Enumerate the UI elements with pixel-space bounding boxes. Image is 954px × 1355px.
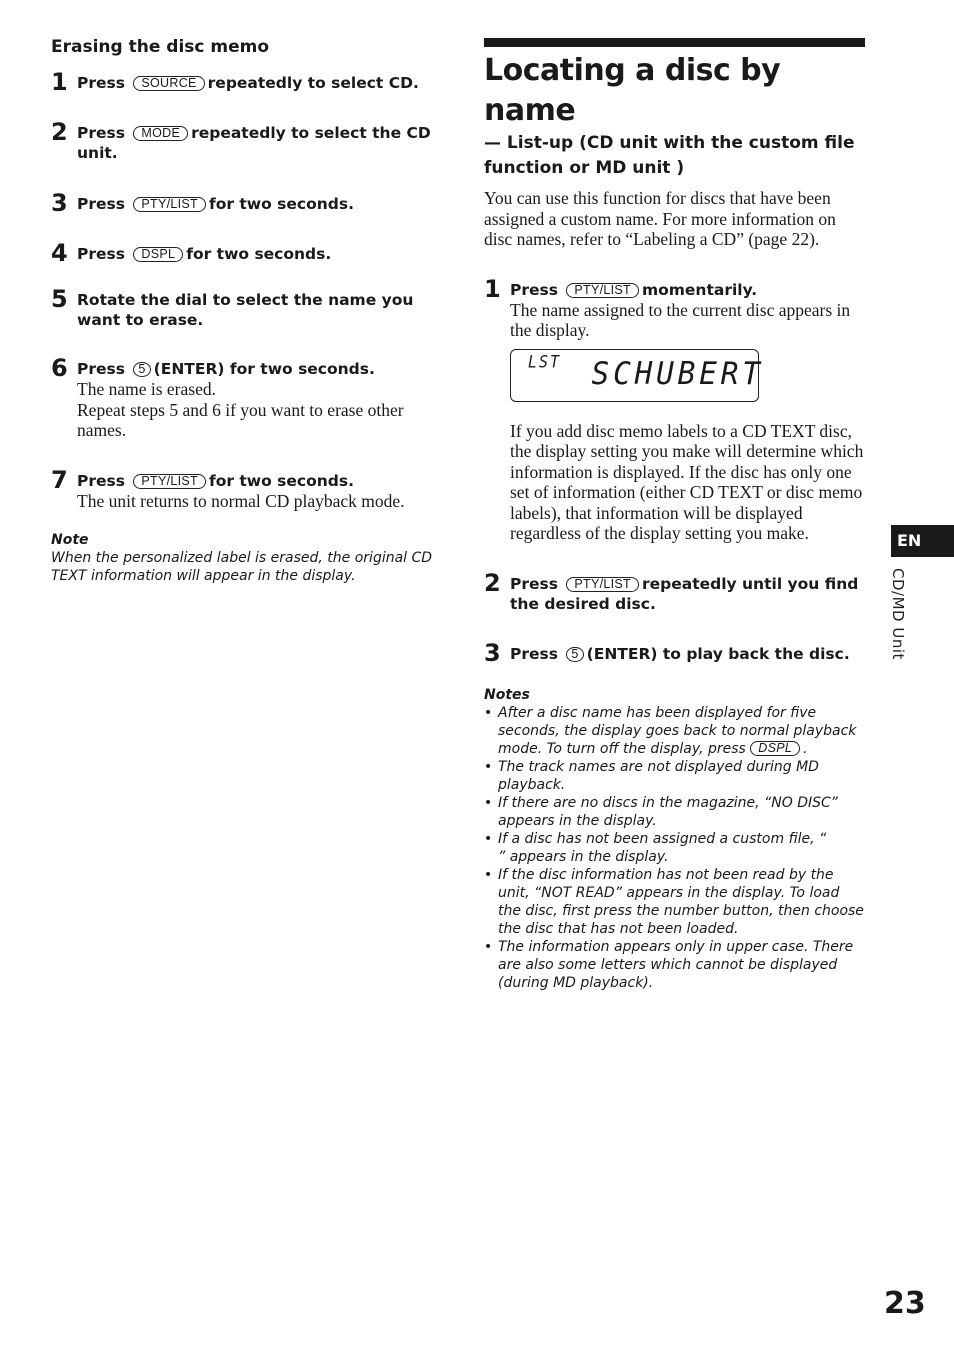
step-body: The name assigned to the current disc ap… [510,299,851,341]
step-5: 5 Rotate the dial to select the name you… [51,285,441,330]
step-text: Press [510,280,564,299]
lcd-display-illustration: LST SCHUBERT [510,348,760,402]
source-button-icon: SOURCE [133,76,205,91]
page-subtitle: — List-up (CD unit with the custom file … [484,133,855,178]
step-text: (ENTER) to play back the disc. [586,644,850,663]
step-number: 1 [51,68,68,96]
right-column: Locating a disc by name — List-up (CD un… [484,38,865,992]
step-text: Press [510,644,564,663]
step-1: 1 Press SOURCE repeatedly to select CD. [51,68,441,96]
list-item: After a disc name has been displayed for… [484,704,865,758]
step-text: repeatedly to select CD. [207,74,419,92]
list-item: The track names are not displayed during… [484,758,865,794]
step-number: 5 [51,285,68,313]
step-text: Press [77,471,131,490]
step-body: Repeat steps 5 and 6 if you want to eras… [77,399,404,441]
step-2: 2 Press MODE repeatedly to select the CD … [51,118,441,163]
step-text: for two seconds. [186,245,332,263]
note-text: When the personalized label is erased, t… [51,550,433,584]
step-text: Press [77,74,131,92]
step-text: Press [77,195,131,213]
section-heading-erasing: Erasing the disc memo [51,37,270,57]
step-3: 3 Press 5 (ENTER) to play back the disc. [484,639,865,667]
lcd-text: SCHUBERT [591,355,764,392]
step-number: 7 [51,465,68,494]
language-tab: EN [891,525,954,557]
step-number: 6 [51,354,68,382]
pty-list-button-icon: PTY/LIST [133,197,206,212]
title-rule [484,38,865,47]
list-item: If there are no discs in the magazine, “… [484,794,865,830]
step-body: The name is erased. [77,379,216,399]
list-item: The information appears only in upper ca… [484,938,865,992]
left-column: Erasing the disc memo 1 Press SOURCE repe… [51,36,441,585]
step-text: Rotate the dial to select the name you w… [77,291,414,329]
notes-list: After a disc name has been displayed for… [484,704,865,992]
step-2: 2 Press PTY/LIST repeatedly until you fin… [484,569,865,614]
step-number: 3 [51,189,68,217]
step-text: Press [77,245,131,263]
step-6: 6 Press 5 (ENTER) for two seconds. The na… [51,354,441,441]
step-7: 7 Press PTY/LIST for two seconds. The uni… [51,466,441,512]
step-text: for two seconds. [208,195,354,213]
number-5-button-icon: 5 [566,646,584,662]
page-title: Locating a disc by name [484,53,781,128]
step-body-extra: If you add disc memo labels to a CD TEXT… [510,420,864,544]
step-text: (ENTER) for two seconds. [153,360,375,378]
note-title: Note [51,532,89,548]
step-number: 2 [484,568,501,597]
dspl-button-icon: DSPL [133,247,184,262]
page-number: 23 [884,1286,926,1321]
dspl-button-icon: DSPL [750,740,801,756]
step-number: 2 [51,118,68,146]
step-body: The unit returns to normal CD playback m… [77,490,405,511]
list-item: If a disc has not been assigned a custom… [484,830,865,866]
step-1: 1 Press PTY/LIST momentarily. The name as… [484,275,865,544]
lcd-indicator: LST [528,351,562,372]
mode-button-icon: MODE [133,126,189,141]
step-text: Press [77,360,131,378]
notes-block: Notes After a disc name has been display… [484,686,865,992]
note-text: . [803,740,808,757]
number-5-button-icon: 5 [133,362,151,377]
note-block: Note When the personalized label is eras… [51,531,441,585]
pty-list-button-icon: PTY/LIST [566,576,639,592]
notes-title: Notes [484,686,530,703]
intro-paragraph: You can use this function for discs that… [484,188,836,249]
step-text: momentarily. [641,280,758,299]
step-text: for two seconds. [208,471,354,490]
step-number: 4 [51,239,68,267]
step-text: Press [510,574,564,593]
step-number: 3 [484,638,501,667]
step-4: 4 Press DSPL for two seconds. [51,239,441,267]
pty-list-button-icon: PTY/LIST [566,282,639,298]
section-side-label: CD/MD Unit [889,568,907,660]
step-number: 1 [484,274,501,303]
list-item: If the disc information has not been rea… [484,866,865,938]
step-3: 3 Press PTY/LIST for two seconds. [51,189,441,217]
pty-list-button-icon: PTY/LIST [133,473,206,489]
step-text: Press [77,124,131,142]
